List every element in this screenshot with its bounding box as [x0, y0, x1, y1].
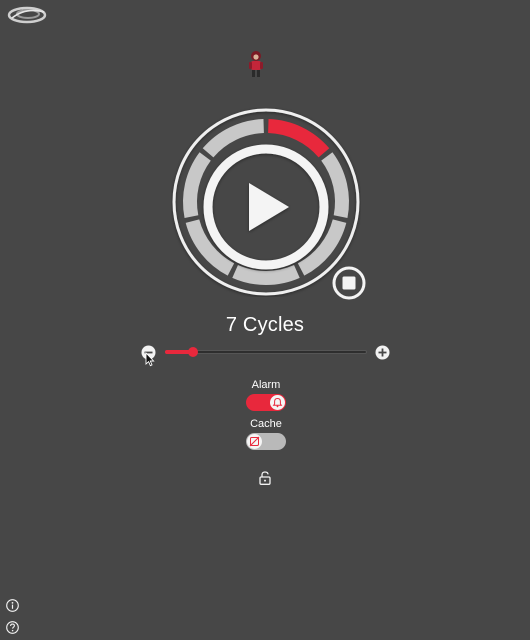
cycle-segment	[321, 152, 349, 218]
unlock-icon[interactable]	[259, 471, 271, 485]
plus-circle-icon[interactable]	[375, 345, 390, 360]
slider-thumb[interactable]	[188, 347, 199, 357]
cache-label: Cache	[250, 418, 282, 430]
bell-icon	[272, 397, 283, 408]
red-hooded-character-icon	[249, 51, 263, 77]
mouse-cursor-icon	[145, 352, 155, 367]
cache-toggle-knob	[247, 434, 262, 449]
cycles-slider[interactable]	[165, 345, 367, 359]
alarm-toggle[interactable]	[246, 394, 286, 411]
cache-toggle[interactable]	[246, 433, 286, 450]
cycles-label: 7 Cycles	[225, 314, 305, 336]
cycle-segment	[183, 152, 211, 218]
swirl-logo-icon	[7, 6, 47, 24]
help-icon[interactable]	[6, 621, 19, 634]
alarm-toggle-knob	[270, 395, 285, 410]
play-button[interactable]	[203, 144, 329, 270]
cycle-segment	[232, 264, 300, 285]
alarm-label: Alarm	[251, 379, 281, 391]
stop-button[interactable]	[332, 266, 366, 300]
no-cache-icon	[249, 436, 260, 447]
stop-icon	[342, 276, 356, 290]
info-icon[interactable]	[6, 599, 19, 612]
